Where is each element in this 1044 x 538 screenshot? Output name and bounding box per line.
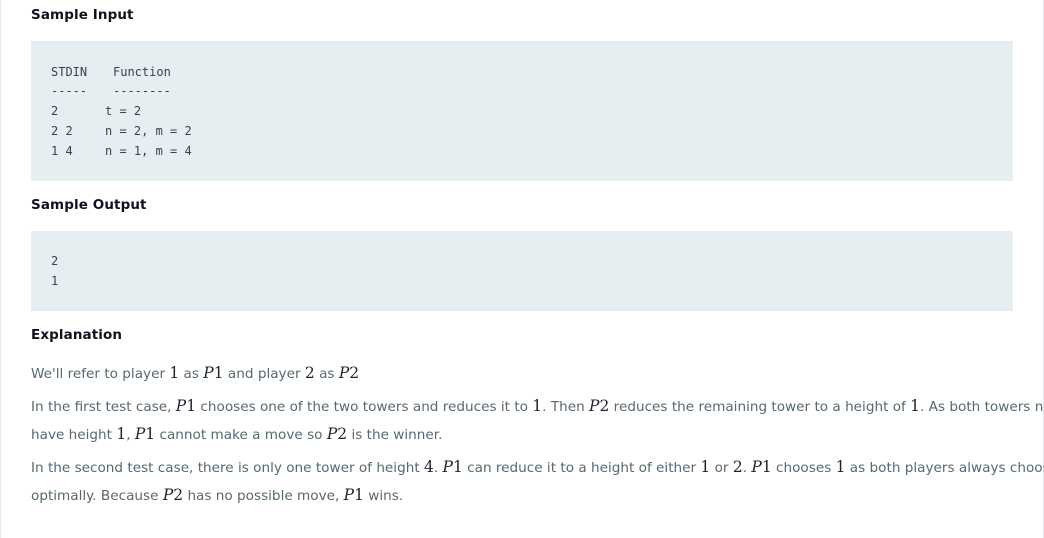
explanation-paragraph: In the second test case, there is only o…: [31, 458, 1044, 476]
stdin-column-header: STDIN: [51, 65, 88, 79]
function-value: n = 2, m = 2: [105, 124, 192, 138]
explanation-paragraph: We'll refer to player 1 as P1 and player…: [31, 364, 360, 382]
stdin-value: 2: [51, 104, 59, 118]
sample-output-heading: Sample Output: [31, 197, 147, 213]
function-value: n = 1, m = 4: [105, 144, 192, 158]
output-line: 1: [51, 274, 59, 288]
function-value: t = 2: [105, 104, 142, 118]
sample-input-codeblock: STDIN Function ----- -------- 2 t = 2 2 …: [31, 41, 1013, 181]
function-column-header: Function: [113, 65, 171, 79]
explanation-paragraph: optimally. Because P2 has no possible mo…: [31, 486, 404, 504]
sample-output-codeblock: 2 1: [31, 231, 1013, 311]
content-border-left: [0, 0, 1, 538]
explanation-heading: Explanation: [31, 327, 123, 343]
explanation-paragraph: have height 1, P1 cannot make a move so …: [31, 425, 443, 443]
stdin-dashes: -----: [51, 84, 88, 98]
explanation-paragraph: In the first test case, P1 chooses one o…: [31, 397, 1044, 415]
output-line: 2: [51, 254, 59, 268]
stdin-value: 1 4: [51, 144, 73, 158]
sample-input-heading: Sample Input: [31, 7, 134, 23]
stdin-value: 2 2: [51, 124, 73, 138]
function-dashes: --------: [113, 84, 171, 98]
